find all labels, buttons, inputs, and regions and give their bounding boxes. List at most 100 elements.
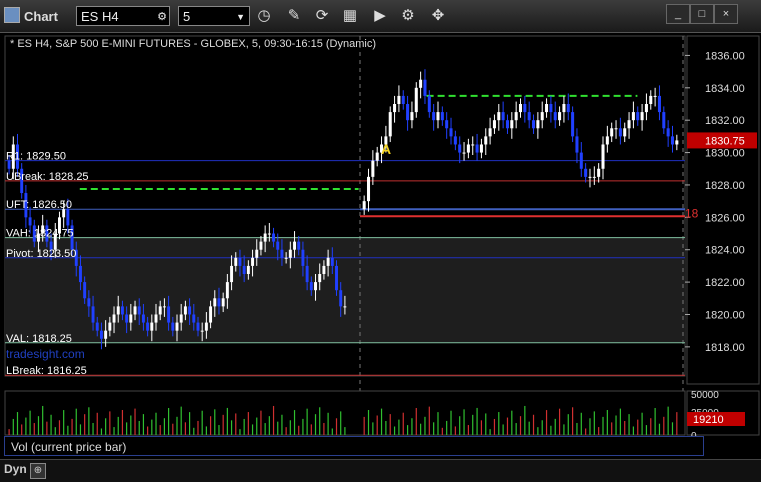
price-tick-label: 1832.00 — [705, 115, 745, 127]
chevron-down-icon[interactable]: ▼ — [236, 7, 245, 27]
candle-body — [87, 298, 91, 307]
candle-body — [532, 120, 536, 129]
candle-body — [209, 306, 213, 323]
candle-body — [523, 104, 527, 113]
candle-body — [419, 79, 423, 88]
candle-body — [410, 112, 414, 121]
level-label: Pivot: 1823.50 — [6, 248, 76, 260]
candle-body — [588, 176, 592, 178]
calendar-icon[interactable]: ▦ — [338, 5, 362, 27]
candle-body — [631, 112, 635, 121]
candle-body — [263, 233, 267, 242]
candle-body — [238, 257, 242, 266]
candle-body — [200, 330, 204, 332]
candle-body — [540, 112, 544, 121]
refresh-icon[interactable]: ⟳ — [310, 5, 334, 27]
candle-body — [146, 322, 150, 331]
candle-body — [549, 104, 553, 113]
candle-body — [471, 144, 475, 146]
candle-body — [326, 257, 330, 266]
candle-body — [272, 233, 276, 242]
symbol-value: ES H4 — [81, 9, 119, 24]
candle-body — [566, 104, 570, 113]
interval-selector[interactable]: 5 ▼ — [178, 6, 250, 26]
candle-body — [95, 322, 99, 331]
price-chart[interactable]: 1836.00 1834.00 1832.00 1830.00 1828.00 1826.… — [0, 33, 761, 481]
candle-body — [375, 152, 379, 161]
candle-body — [305, 265, 309, 283]
candle-body — [339, 290, 343, 307]
close-button[interactable]: × — [714, 4, 738, 24]
level-label: UBreak: 1828.25 — [6, 171, 89, 183]
candle-body — [133, 306, 137, 315]
candle-body — [284, 257, 288, 259]
candle-body — [225, 282, 229, 299]
candle-body — [78, 265, 82, 283]
candle-body — [91, 306, 95, 323]
dynamic-mode-label[interactable]: Dyn — [4, 462, 27, 476]
candle-body — [432, 112, 436, 121]
candle-body — [83, 282, 87, 299]
candle-body — [484, 136, 488, 145]
candle-body — [343, 306, 347, 308]
settings-gear-icon[interactable]: ⚙ — [157, 7, 167, 27]
candle-body — [475, 144, 479, 153]
candle-body — [66, 209, 70, 226]
candle-body — [644, 104, 648, 113]
level-marker-label: 18 — [685, 206, 699, 220]
clock-icon[interactable]: ◷ — [252, 5, 276, 27]
maximize-button[interactable]: □ — [690, 4, 714, 24]
candle-body — [614, 128, 618, 130]
candle-body — [246, 265, 250, 274]
price-tick-label: 1830.00 — [705, 148, 745, 160]
candle-body — [388, 112, 392, 137]
zoom-icon[interactable]: ⊕ — [30, 463, 46, 479]
candle-body — [666, 128, 670, 137]
candle-body — [536, 120, 540, 129]
symbol-selector[interactable]: ES H4 ⚙ — [76, 6, 170, 26]
candle-body — [259, 241, 263, 250]
candle-body — [162, 306, 166, 308]
candle-body — [179, 314, 183, 323]
candle-body — [158, 306, 162, 315]
candle-body — [657, 95, 661, 113]
candle-body — [112, 314, 116, 323]
level-label: VAH: 1824.75 — [6, 228, 74, 240]
candle-body — [627, 120, 631, 129]
candle-body — [479, 144, 483, 153]
candle-body — [670, 136, 675, 145]
candle-body — [322, 265, 326, 274]
candle-body — [104, 330, 108, 339]
candle-body — [371, 160, 375, 177]
candle-body — [99, 330, 103, 339]
candle-body — [309, 282, 313, 291]
minimize-button[interactable]: _ — [666, 4, 690, 24]
candle-body — [108, 322, 112, 331]
toolbar: Chart ES H4 ⚙ 5 ▼ ◷ ✎ ⟳ ▦ ▶ ⚙ ✥ _ □ × — [0, 0, 761, 33]
interval-value: 5 — [183, 9, 191, 24]
candle-body — [605, 136, 609, 145]
candle-body — [492, 120, 496, 129]
pencil-icon[interactable]: ✎ — [282, 5, 306, 27]
volume-panel-label: Vol (current price bar) — [4, 436, 704, 456]
candle-body — [610, 128, 614, 137]
play-icon[interactable]: ▶ — [368, 5, 392, 27]
candle-body — [293, 241, 296, 250]
candle-body — [196, 322, 200, 331]
candle-body — [276, 241, 280, 250]
price-tick-label: 1824.00 — [705, 245, 745, 257]
settings-icon[interactable]: ⚙ — [396, 5, 420, 27]
crosshair-icon[interactable]: ✥ — [426, 5, 450, 27]
level-label: LBreak: 1816.25 — [6, 365, 87, 377]
candle-body — [366, 176, 371, 202]
candle-body — [449, 128, 453, 137]
candle-body — [571, 112, 575, 137]
candle-body — [497, 112, 501, 121]
candle-body — [125, 314, 129, 323]
candle-body — [183, 306, 187, 315]
candle-body — [505, 120, 509, 129]
candle-body — [436, 112, 440, 121]
candle-body — [255, 249, 259, 258]
candle-body — [618, 128, 622, 137]
candle-body — [221, 298, 225, 307]
